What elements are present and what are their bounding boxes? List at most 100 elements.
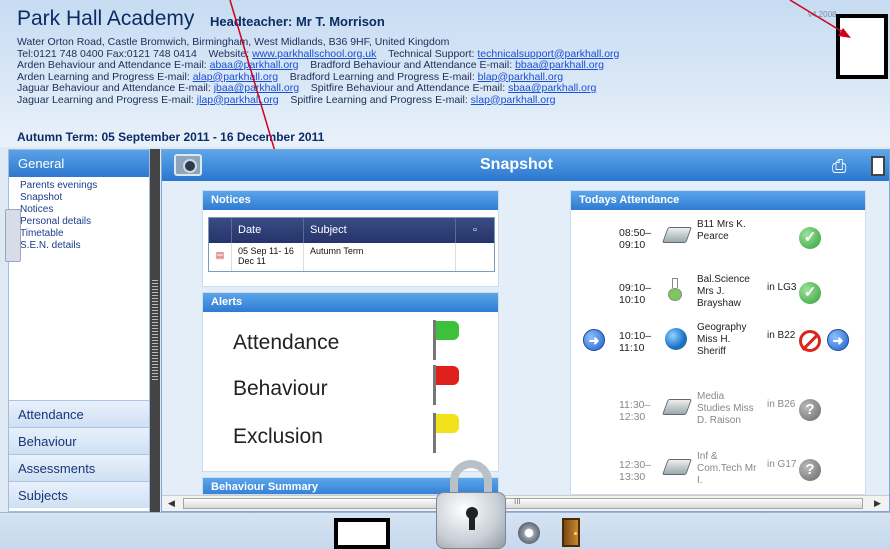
contact-label: Jaguar Behaviour and Attendance E-mail:	[17, 82, 211, 94]
sidebar-link-snapshot[interactable]: Snapshot	[20, 192, 149, 204]
sidebar-tab-subjects[interactable]: Subjects	[9, 481, 149, 508]
contact-email[interactable]: jlap@parkhall.org	[197, 94, 279, 106]
sidebar-link-personal-details[interactable]: Personal details	[20, 216, 149, 228]
alerts-panel: Alerts Attendance Behaviour Exclusion	[202, 292, 499, 472]
header: Park Hall Academy Headteacher: Mr T. Mor…	[0, 0, 890, 147]
notice-date: 05 Sep 11- 16 Dec 11	[231, 243, 303, 271]
notices-table-header: Date Subject ▫	[209, 218, 494, 243]
alert-label-behaviour: Behaviour	[233, 377, 328, 400]
attachment-icon: ▫	[455, 218, 494, 243]
sidebar-link-timetable[interactable]: Timetable	[20, 228, 149, 240]
column-header-subject[interactable]: Subject	[303, 218, 455, 243]
present-check-icon: ✓	[799, 227, 821, 249]
lesson-room: in B26	[767, 399, 796, 410]
camera-icon	[174, 154, 202, 176]
attendance-heading: Todays Attendance	[571, 191, 865, 210]
website-label: Website:	[208, 47, 250, 60]
lesson-room: in LG3	[767, 282, 797, 293]
sidebar-tab-behaviour[interactable]: Behaviour	[9, 427, 149, 454]
contact-label: Arden Learning and Progress E-mail:	[17, 70, 190, 83]
contact-email[interactable]: slap@parkhall.org	[471, 94, 556, 106]
website-link[interactable]: www.parkhallschool.org.uk	[252, 48, 376, 60]
attendance-row: ➜ 10:10– 11:10 Geography Miss H. Sheriff…	[571, 322, 863, 382]
term-dates: Autumn Term: 05 September 2011 - 16 Dece…	[17, 130, 325, 144]
alert-label-attendance: Attendance	[233, 331, 340, 354]
school-name: Park Hall Academy	[17, 7, 195, 30]
column-header-date[interactable]: Date	[231, 218, 303, 243]
sidebar-link-notices[interactable]: Notices	[20, 204, 149, 216]
contact-email[interactable]: jbaa@parkhall.org	[214, 82, 299, 94]
tape-measure-icon[interactable]	[518, 522, 540, 544]
notice-subject: Autumn Term	[303, 243, 455, 271]
previous-arrow-icon[interactable]: ➜	[583, 329, 605, 351]
lesson-time: 09:10– 10:10	[619, 282, 652, 306]
lock-icon[interactable]	[436, 460, 506, 549]
horizontal-scrollbar[interactable]: ◀ ▶	[162, 495, 889, 511]
tech-support-label: Technical Support:	[388, 47, 475, 60]
scroll-right-icon[interactable]: ▶	[874, 498, 881, 509]
present-check-icon: ✓	[799, 282, 821, 304]
notice-attachment-cell	[455, 243, 494, 271]
lesson-room: in B22	[767, 330, 796, 341]
sidebar-collapse-handle[interactable]	[5, 209, 21, 262]
sidebar-tab-assessments[interactable]: Assessments	[9, 454, 149, 481]
lesson-time: 10:10– 11:10	[619, 330, 652, 354]
sidebar-links: Parents evenings Snapshot Notices Person…	[9, 177, 149, 252]
contact-email[interactable]: alap@parkhall.org	[193, 71, 278, 83]
version-label: v4.2008	[808, 10, 837, 19]
contact-email[interactable]: abaa@parkhall.org	[210, 59, 299, 71]
lesson-time: 08:50– 09:10	[619, 227, 652, 251]
lesson-subject: Media Studies Miss D. Raison	[697, 391, 754, 426]
notices-heading: Notices	[203, 191, 498, 210]
attendance-panel: Todays Attendance 08:50– 09:10 B11 Mrs K…	[570, 190, 866, 495]
printer-icon[interactable]: ⎙	[832, 156, 846, 177]
green-flag-icon	[433, 320, 459, 360]
sidebar-tab-general[interactable]: General	[9, 150, 149, 177]
contact-label: Spitfire Behaviour and Attendance E-mail…	[310, 82, 506, 94]
lesson-subject: Geography Miss H. Sheriff	[697, 322, 747, 357]
main-panel: Snapshot ⎙ Notices Date Subject ▫ ▤ 05 S…	[161, 149, 890, 512]
attendance-row: 12:30– 13:30 Inf & Com.Tech Mr I. in G17…	[571, 451, 863, 494]
contact-info: Water Orton Road, Castle Bromwich, Birmi…	[17, 36, 619, 107]
sidebar-link-parents-evenings[interactable]: Parents evenings	[20, 180, 149, 192]
table-row[interactable]: ▤ 05 Sep 11- 16 Dec 11 Autumn Term	[209, 243, 494, 271]
notices-table: Date Subject ▫ ▤ 05 Sep 11- 16 Dec 11 Au…	[208, 217, 495, 272]
splitter-grip[interactable]	[152, 280, 158, 380]
redaction-box	[836, 14, 888, 79]
scroll-left-icon[interactable]: ◀	[168, 498, 175, 509]
attendance-row: 11:30– 12:30 Media Studies Miss D. Raiso…	[571, 391, 863, 451]
header-icon-cell	[209, 218, 231, 243]
contact-email[interactable]: sbaa@parkhall.org	[508, 82, 596, 94]
lesson-time: 12:30– 13:30	[619, 459, 652, 483]
keyhole	[466, 507, 478, 530]
headteacher: Headteacher: Mr T. Morrison	[210, 14, 385, 29]
notice-icon: ▤	[215, 250, 225, 260]
tech-support-email[interactable]: technicalsupport@parkhall.org	[477, 48, 619, 60]
scrollbar-thumb[interactable]	[183, 497, 863, 509]
book-icon	[662, 459, 692, 475]
notices-panel: Notices Date Subject ▫ ▤ 05 Sep 11- 16 D…	[202, 190, 499, 287]
contact-email[interactable]: blap@parkhall.org	[478, 71, 563, 83]
sidebar: General Parents evenings Snapshot Notice…	[8, 149, 150, 512]
contact-label: Bradford Learning and Progress E-mail:	[289, 70, 475, 83]
contact-row: Jaguar Learning and Progress E-mail: jla…	[17, 93, 619, 107]
tel-fax: Tel:0121 748 0400 Fax:0121 748 0414	[17, 47, 197, 60]
lesson-subject: Bal.Science Mrs J. Brayshaw	[697, 274, 750, 309]
document-icon[interactable]	[871, 156, 885, 176]
redaction-box	[334, 518, 390, 549]
next-arrow-icon[interactable]: ➜	[827, 329, 849, 351]
contact-label: Spitfire Learning and Progress E-mail:	[290, 93, 468, 106]
sidebar-link-sen-details[interactable]: S.E.N. details	[20, 240, 149, 252]
contact-email[interactable]: bbaa@parkhall.org	[515, 59, 604, 71]
absent-icon	[799, 330, 821, 352]
book-icon	[662, 399, 692, 415]
exit-door-icon[interactable]	[562, 518, 580, 547]
sidebar-tab-attendance[interactable]: Attendance	[9, 400, 149, 427]
book-icon	[662, 227, 692, 243]
lesson-room: in G17	[767, 459, 797, 470]
main-titlebar: Snapshot ⎙	[162, 150, 889, 181]
attendance-row: 08:50– 09:10 B11 Mrs K. Pearce ✓	[571, 219, 863, 279]
alert-label-exclusion: Exclusion	[233, 425, 323, 448]
globe-icon	[665, 328, 687, 350]
contact-label: Arden Behaviour and Attendance E-mail:	[17, 59, 207, 71]
